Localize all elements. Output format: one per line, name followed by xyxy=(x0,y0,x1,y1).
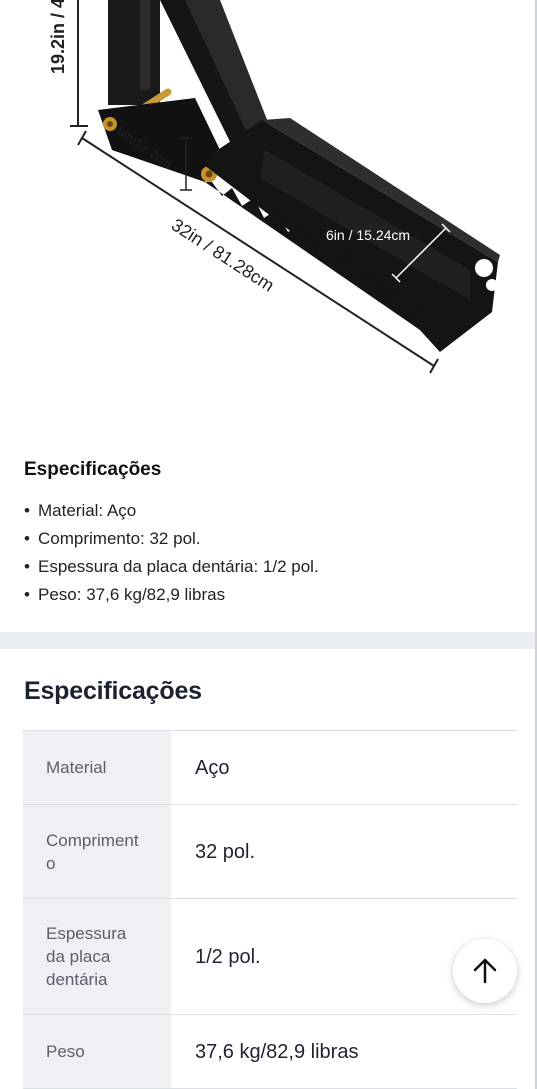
table-row: Espessura da placa dentária 1/2 pol. xyxy=(23,898,517,1015)
spec-key: Espessura da placa dentária xyxy=(23,898,171,1015)
bullet-item: Espessura da placa dentária: 1/2 pol. xyxy=(24,553,514,581)
description-section: Especificações Material: Aço Comprimento… xyxy=(24,457,514,609)
spec-key: Material xyxy=(23,730,171,805)
bullet-item: Comprimento: 32 pol. xyxy=(24,525,514,553)
spec-key-text: Espessura da placa dentária xyxy=(46,924,127,989)
back-to-top-button[interactable] xyxy=(453,939,517,1003)
specs-table: Material Aço Compriment o 32 pol. Espess… xyxy=(23,730,517,1089)
table-row: Material Aço xyxy=(23,730,517,805)
product-image: 19.2in / 4 5in/12.7cm 6in / 15.24cm 32in… xyxy=(0,0,535,420)
bullet-text: Peso: 37,6 kg/82,9 libras xyxy=(38,585,226,604)
bullet-text: Espessura da placa dentária: 1/2 pol. xyxy=(38,557,319,576)
spec-value: 37,6 kg/82,9 libras xyxy=(171,1014,517,1089)
table-row: Compriment o 32 pol. xyxy=(23,804,517,899)
spec-value: Aço xyxy=(171,730,517,805)
spec-value: 32 pol. xyxy=(171,804,517,899)
bullet-text: Material: Aço xyxy=(38,501,137,520)
spec-key: Compriment o xyxy=(23,804,171,899)
specs-title: Especificações xyxy=(24,677,202,705)
height-dimension-label: 19.2in / 4 xyxy=(48,0,68,74)
bullet-item: Peso: 37,6 kg/82,9 libras xyxy=(24,581,514,609)
spec-bullet-list: Material: Aço Comprimento: 32 pol. Espes… xyxy=(24,497,514,609)
table-row: Peso 37,6 kg/82,9 libras xyxy=(23,1014,517,1089)
width-dimension-label: 6in / 15.24cm xyxy=(326,227,410,243)
spec-key: Peso xyxy=(23,1014,171,1089)
bullet-item: Material: Aço xyxy=(24,497,514,525)
description-title: Especificações xyxy=(24,459,162,480)
arrow-up-icon xyxy=(473,958,497,984)
bullet-text: Comprimento: 32 pol. xyxy=(38,529,201,548)
spec-key-text: Compriment o xyxy=(46,830,139,873)
section-divider xyxy=(0,632,535,649)
